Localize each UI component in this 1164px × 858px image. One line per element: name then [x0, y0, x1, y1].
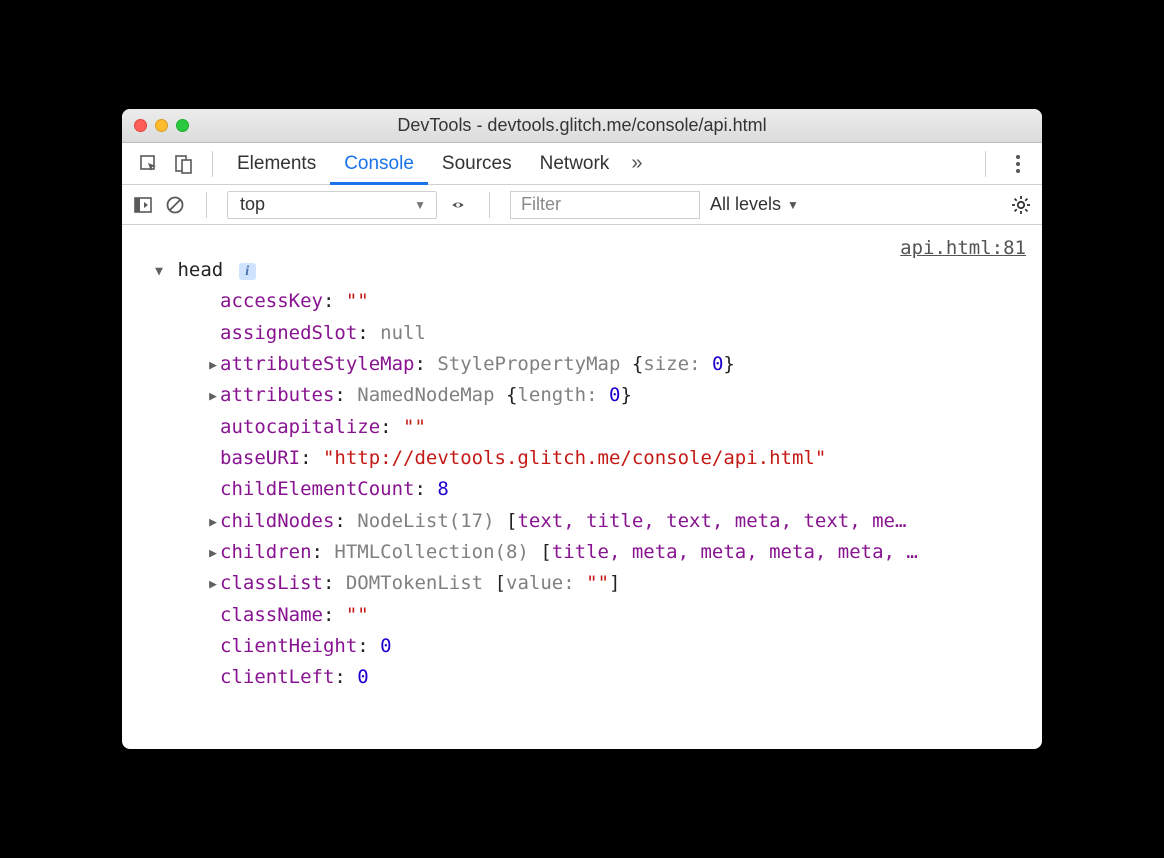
- disclosure-triangle-down-icon[interactable]: [152, 261, 166, 282]
- close-window-button[interactable]: [134, 119, 147, 132]
- separator: [489, 192, 490, 218]
- disclosure-triangle-right-icon[interactable]: [206, 543, 220, 564]
- filter-input[interactable]: [510, 191, 700, 219]
- prop-accessKey[interactable]: accessKey: "": [152, 286, 1028, 317]
- tab-network[interactable]: Network: [526, 143, 624, 185]
- chevron-down-icon: ▼: [414, 198, 426, 212]
- prop-clientLeft[interactable]: clientLeft: 0: [152, 662, 1028, 693]
- panel-tabbar: Elements Console Sources Network »: [122, 143, 1042, 185]
- console-output: api.html:81 head i accessKey: "" assigne…: [122, 225, 1042, 749]
- prop-assignedSlot[interactable]: assignedSlot: null: [152, 318, 1028, 349]
- prop-attributes[interactable]: attributes: NamedNodeMap {length: 0}: [152, 380, 1028, 411]
- disclosure-triangle-right-icon[interactable]: [206, 574, 220, 595]
- tabbar-right: [975, 151, 1034, 177]
- separator: [985, 151, 986, 177]
- zoom-window-button[interactable]: [176, 119, 189, 132]
- clear-console-icon[interactable]: [164, 194, 186, 216]
- console-settings-icon[interactable]: [1010, 194, 1032, 216]
- source-link[interactable]: api.html:81: [900, 233, 1026, 264]
- window-controls: [134, 119, 189, 132]
- toggle-sidebar-icon[interactable]: [132, 194, 154, 216]
- context-label: top: [240, 194, 265, 215]
- root-label: head: [177, 259, 223, 281]
- minimize-window-button[interactable]: [155, 119, 168, 132]
- prop-classList[interactable]: classList: DOMTokenList [value: ""]: [152, 568, 1028, 599]
- execution-context-select[interactable]: top ▼: [227, 191, 437, 219]
- disclosure-triangle-right-icon[interactable]: [206, 386, 220, 407]
- tabbar-left: [130, 153, 202, 175]
- inspect-element-icon[interactable]: [138, 153, 160, 175]
- prop-autocapitalize[interactable]: autocapitalize: "": [152, 412, 1028, 443]
- object-tree: head i accessKey: "" assignedSlot: null …: [122, 225, 1042, 704]
- device-toolbar-icon[interactable]: [172, 153, 194, 175]
- prop-childNodes[interactable]: childNodes: NodeList(17) [text, title, t…: [152, 506, 1028, 537]
- titlebar: DevTools - devtools.glitch.me/console/ap…: [122, 109, 1042, 143]
- prop-baseURI[interactable]: baseURI: "http://devtools.glitch.me/cons…: [152, 443, 1028, 474]
- separator: [206, 192, 207, 218]
- prop-children[interactable]: children: HTMLCollection(8) [title, meta…: [152, 537, 1028, 568]
- tree-root[interactable]: head i: [152, 255, 1028, 286]
- info-icon[interactable]: i: [239, 263, 256, 280]
- more-tabs-icon[interactable]: »: [623, 152, 650, 175]
- prop-clientHeight[interactable]: clientHeight: 0: [152, 631, 1028, 662]
- separator: [212, 151, 213, 177]
- tab-console[interactable]: Console: [330, 143, 428, 185]
- chevron-down-icon: ▼: [787, 198, 799, 212]
- prop-attributeStyleMap[interactable]: attributeStyleMap: StylePropertyMap {siz…: [152, 349, 1028, 380]
- log-levels-select[interactable]: All levels ▼: [710, 194, 799, 215]
- window-title: DevTools - devtools.glitch.me/console/ap…: [122, 115, 1042, 136]
- disclosure-triangle-right-icon[interactable]: [206, 512, 220, 533]
- disclosure-triangle-right-icon[interactable]: [206, 355, 220, 376]
- settings-menu-icon[interactable]: [1006, 155, 1030, 173]
- live-expression-icon[interactable]: [447, 194, 469, 216]
- console-toolbar: top ▼ All levels ▼: [122, 185, 1042, 225]
- tab-elements[interactable]: Elements: [223, 143, 330, 185]
- prop-childElementCount[interactable]: childElementCount: 8: [152, 474, 1028, 505]
- tab-sources[interactable]: Sources: [428, 143, 526, 185]
- devtools-window: DevTools - devtools.glitch.me/console/ap…: [122, 109, 1042, 749]
- levels-label: All levels: [710, 194, 781, 215]
- prop-className[interactable]: className: "": [152, 600, 1028, 631]
